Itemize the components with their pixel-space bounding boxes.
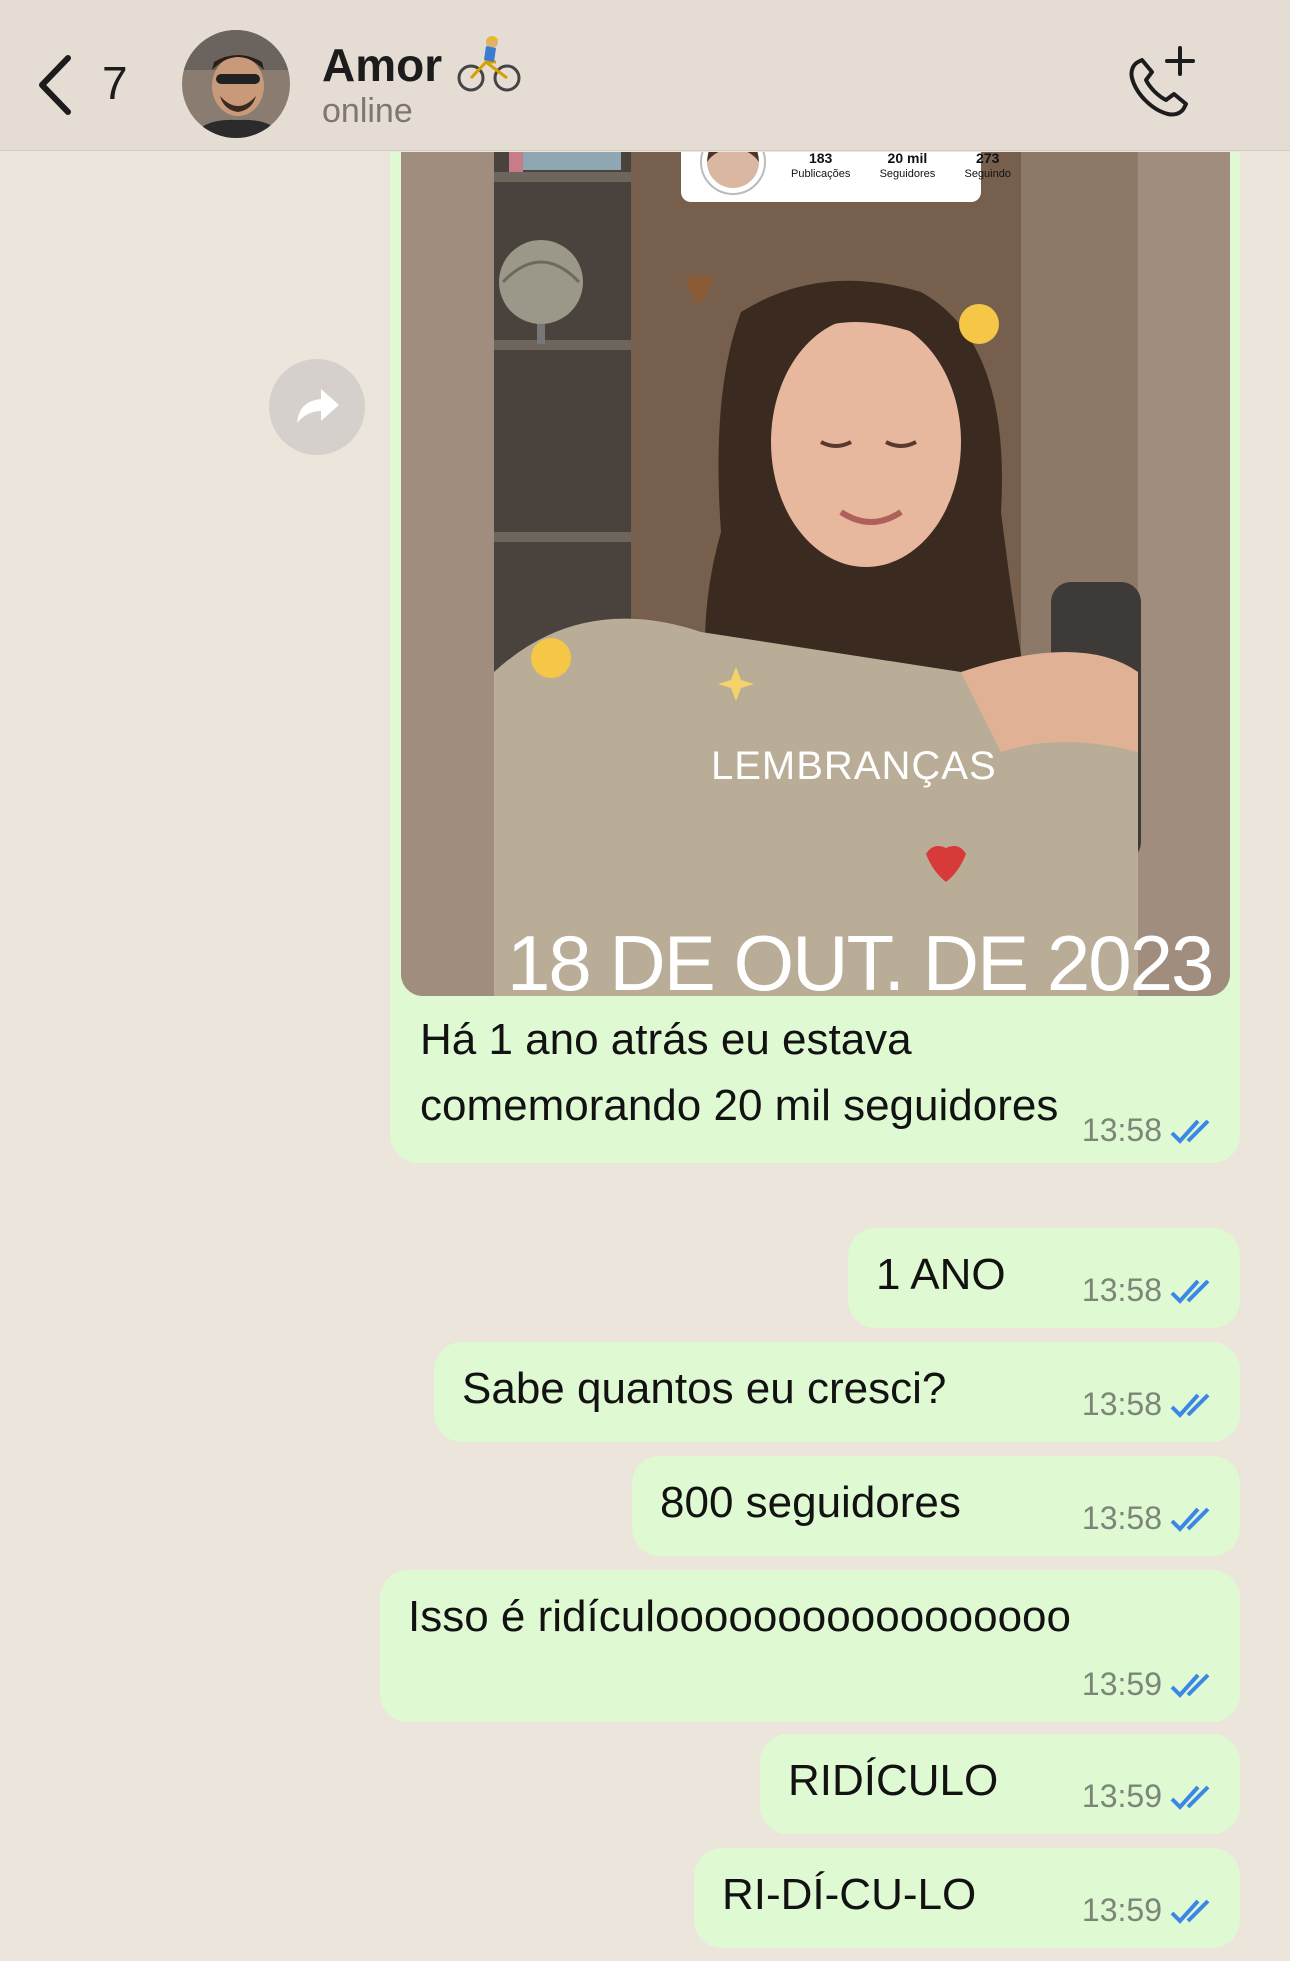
profile-stats: 183 Publicações 20 mil Seguidores 273 Segui… bbox=[791, 152, 1011, 182]
memories-date: 18 DE OUT. DE 2023 bbox=[507, 919, 1214, 996]
message-text: 1 ANO bbox=[876, 1250, 1006, 1299]
caption-line-2: comemorando 20 mil seguidores bbox=[420, 1081, 1059, 1130]
message-time: 13:59 bbox=[1081, 1778, 1162, 1814]
message-meta: 13:58 bbox=[1082, 1112, 1218, 1149]
read-receipt-icon bbox=[1170, 1507, 1210, 1532]
contact-name[interactable]: Amor bbox=[322, 38, 442, 92]
message-meta: 13:59 bbox=[1082, 1892, 1218, 1929]
forward-arrow-icon bbox=[297, 389, 339, 423]
message-bubble[interactable]: RIDÍCULO 13:59 bbox=[760, 1734, 1240, 1834]
image-caption: Há 1 ano atrás eu estava comemorando 20 … bbox=[420, 1007, 1058, 1139]
message-text: RI-DÍ-CU-LO bbox=[722, 1870, 977, 1919]
message-text: Isso é ridículooooooooooooooooo bbox=[408, 1592, 1071, 1641]
contact-avatar[interactable] bbox=[182, 30, 290, 138]
message-meta: 13:58 bbox=[1082, 1386, 1218, 1423]
message-bubble[interactable]: 800 seguidores 13:58 bbox=[632, 1456, 1240, 1556]
smiling-hearts-emoji bbox=[959, 304, 999, 344]
message-meta: 13:58 bbox=[1082, 1272, 1218, 1309]
message-time: 13:58 bbox=[1081, 1112, 1162, 1148]
read-receipt-icon bbox=[1170, 1119, 1210, 1144]
message-time: 13:58 bbox=[1081, 1386, 1162, 1422]
message-time: 13:59 bbox=[1081, 1892, 1162, 1928]
memories-title: LEMBRANÇAS bbox=[711, 744, 997, 788]
caption-line-1: Há 1 ano atrás eu estava bbox=[420, 1015, 912, 1064]
image-message-bubble[interactable]: 183 Publicações 20 mil Seguidores 273 Segui… bbox=[390, 152, 1240, 1163]
posts-count: 183 bbox=[808, 152, 833, 166]
message-bubble[interactable]: RI-DÍ-CU-LO 13:59 bbox=[694, 1848, 1240, 1948]
message-text: Sabe quantos eu cresci? bbox=[462, 1364, 947, 1413]
contact-status: online bbox=[322, 92, 413, 130]
message-text: RIDÍCULO bbox=[788, 1756, 999, 1805]
posts-label: Publicações bbox=[791, 168, 851, 180]
forward-button[interactable] bbox=[269, 359, 365, 455]
cyclist-emoji-icon bbox=[457, 36, 521, 92]
message-text: 800 seguidores bbox=[660, 1478, 961, 1527]
add-call-icon[interactable] bbox=[1122, 44, 1200, 124]
read-receipt-icon bbox=[1170, 1393, 1210, 1418]
back-chevron-icon[interactable] bbox=[30, 50, 80, 120]
read-receipt-icon bbox=[1170, 1785, 1210, 1810]
message-time: 13:58 bbox=[1081, 1500, 1162, 1536]
read-receipt-icon bbox=[1170, 1899, 1210, 1924]
message-time: 13:59 bbox=[1081, 1666, 1162, 1702]
following-count: 273 bbox=[976, 152, 1000, 166]
message-bubble[interactable]: Sabe quantos eu cresci? 13:58 bbox=[434, 1342, 1240, 1442]
message-time: 13:58 bbox=[1081, 1272, 1162, 1308]
star-struck-emoji bbox=[531, 638, 571, 678]
message-bubble[interactable]: Isso é ridículooooooooooooooooo 13:59 bbox=[380, 1570, 1240, 1722]
message-meta: 13:59 bbox=[1082, 1778, 1218, 1815]
chat-header: 7 Amor online bbox=[0, 0, 1290, 151]
read-receipt-icon bbox=[1170, 1279, 1210, 1304]
read-receipt-icon bbox=[1170, 1673, 1210, 1698]
shared-image[interactable]: 183 Publicações 20 mil Seguidores 273 Segui… bbox=[401, 152, 1230, 996]
followers-label: Seguidores bbox=[879, 168, 936, 180]
followers-count: 20 mil bbox=[887, 152, 928, 166]
message-list[interactable]: 183 Publicações 20 mil Seguidores 273 Segui… bbox=[0, 152, 1290, 1961]
message-meta: 13:58 bbox=[1082, 1500, 1218, 1537]
message-bubble[interactable]: 1 ANO 13:58 bbox=[848, 1228, 1240, 1328]
following-label: Seguindo bbox=[964, 168, 1011, 180]
unread-count[interactable]: 7 bbox=[102, 56, 128, 110]
message-meta: 13:59 bbox=[1082, 1666, 1218, 1703]
